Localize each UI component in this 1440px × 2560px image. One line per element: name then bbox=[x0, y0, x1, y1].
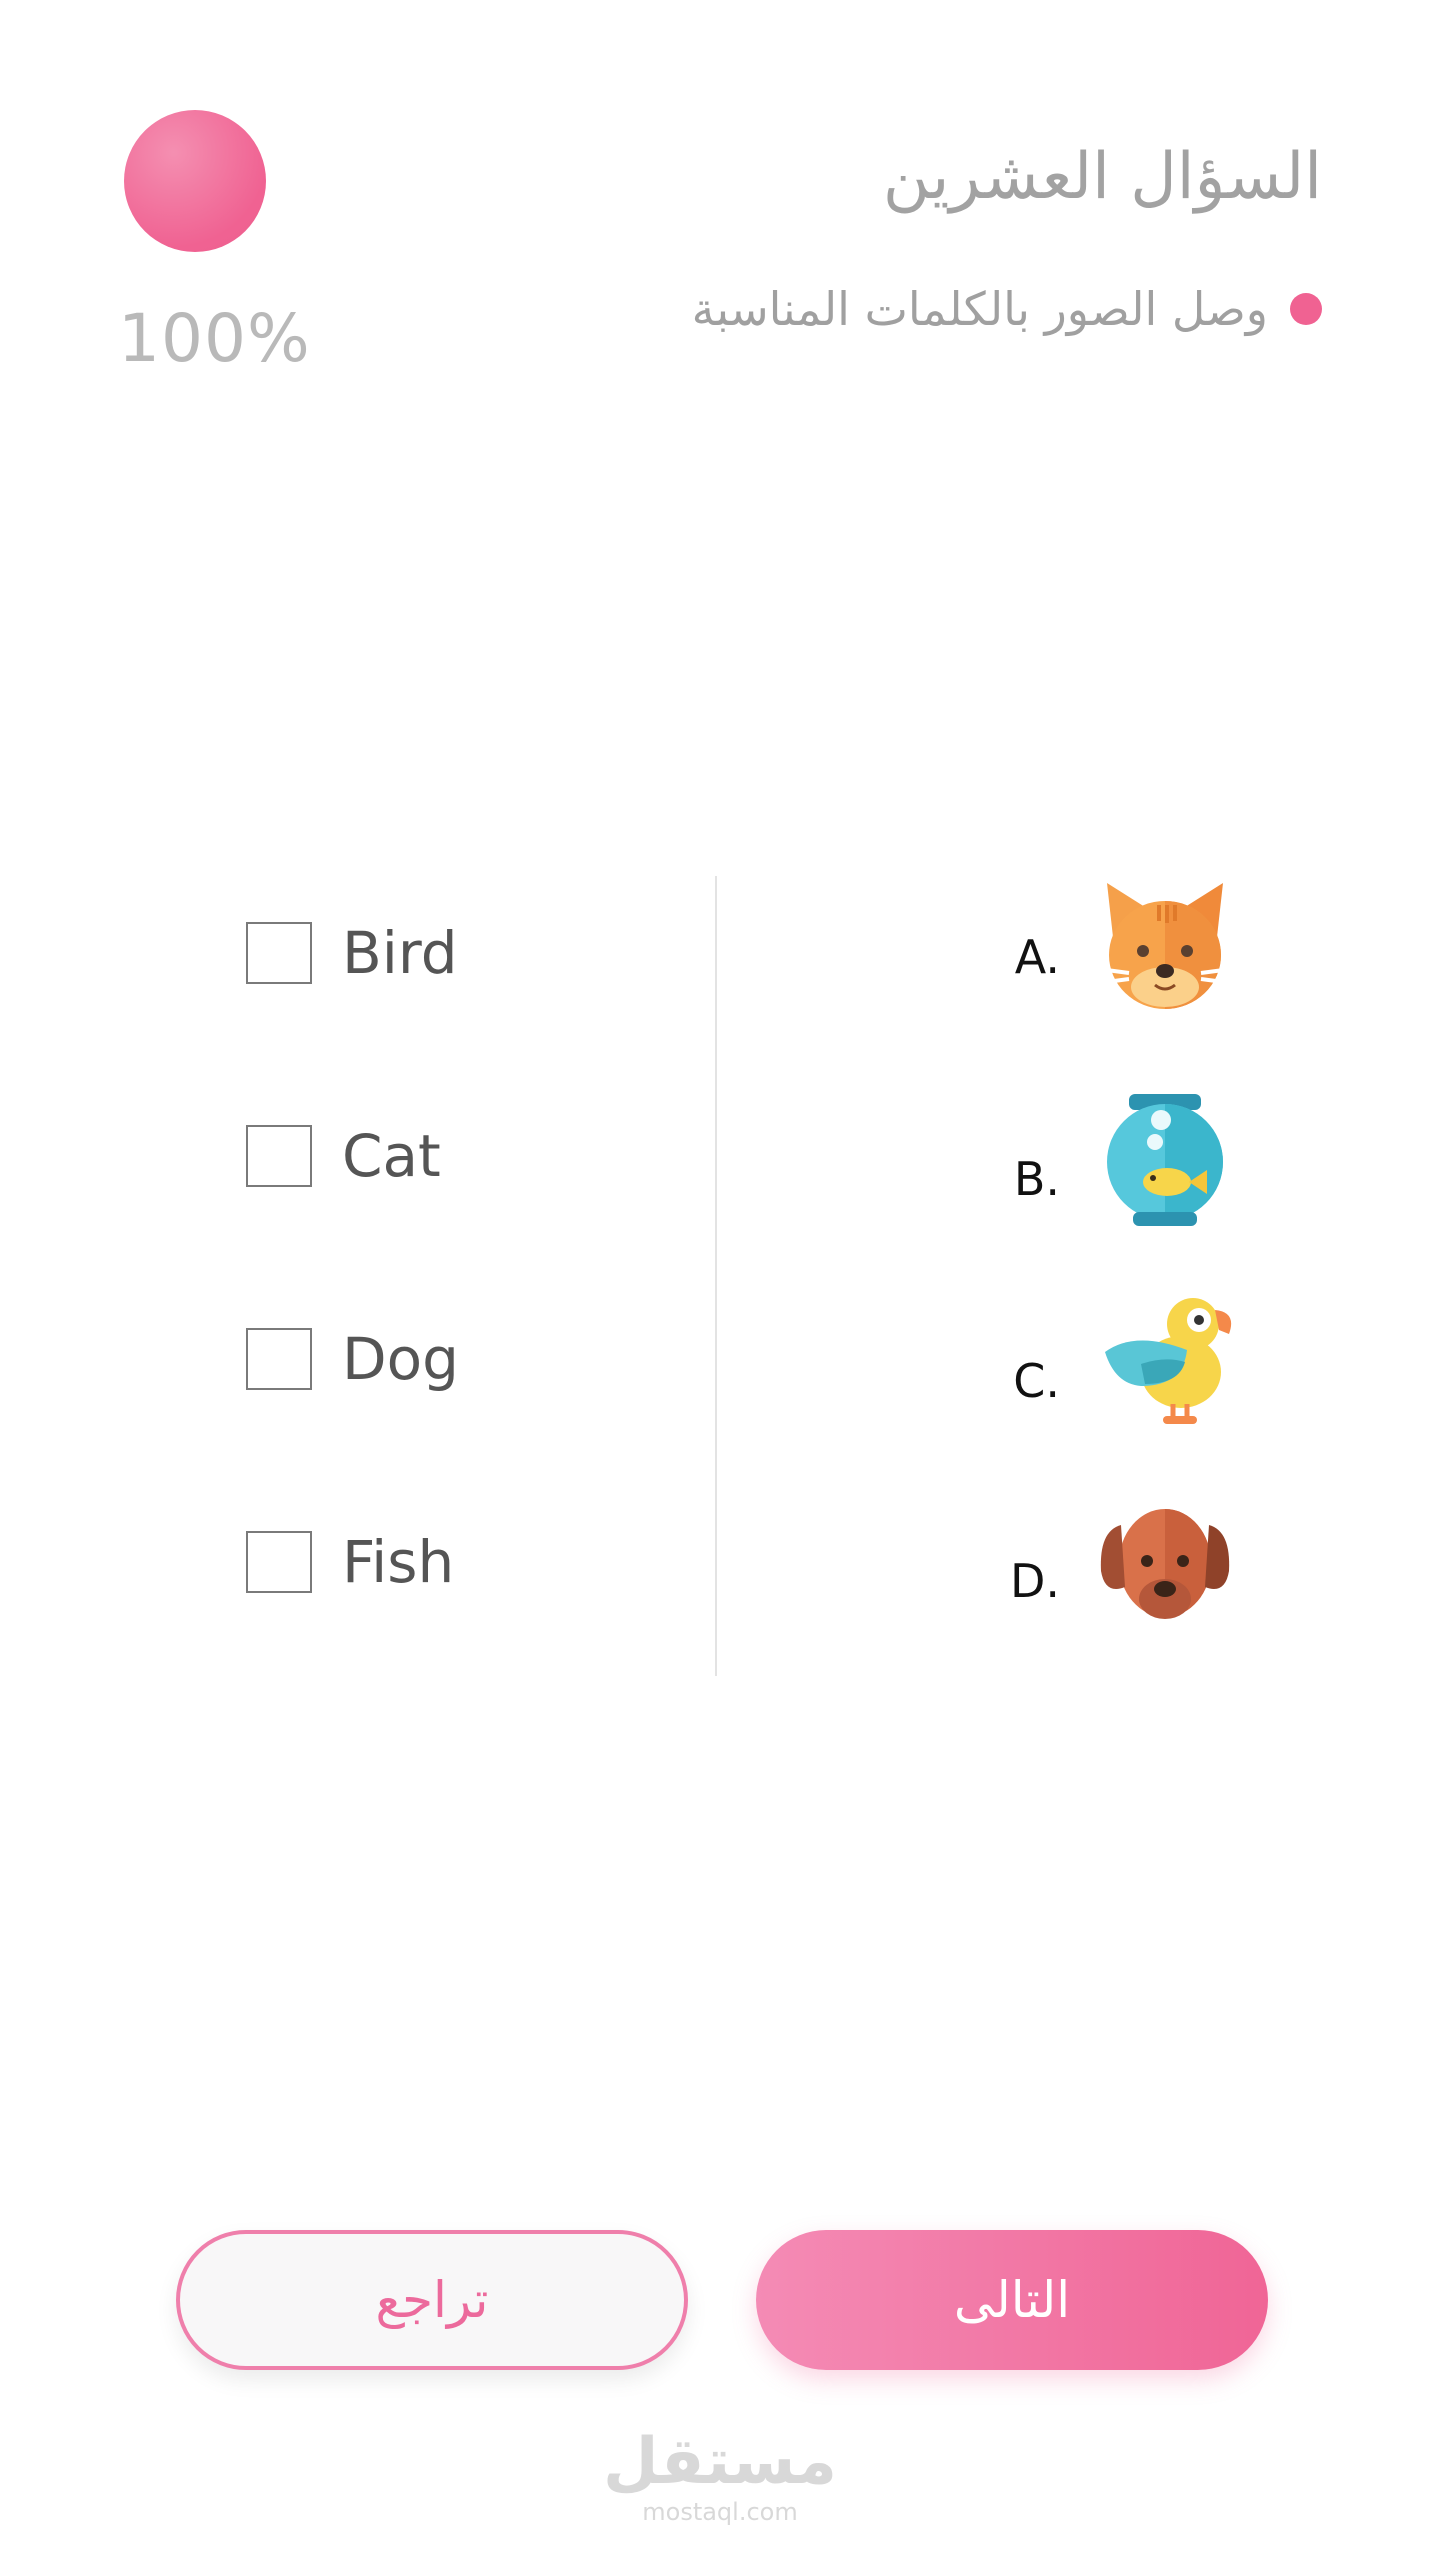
letter-c: C. bbox=[1013, 1354, 1060, 1408]
fish-bowl-icon bbox=[1107, 1094, 1223, 1226]
watermark-url: mostaql.com bbox=[642, 2498, 798, 2526]
option-row-fish[interactable]: Fish bbox=[246, 1522, 454, 1602]
question-title: السؤال العشرين bbox=[882, 140, 1322, 214]
progress-percentage: 100% bbox=[118, 300, 311, 377]
progress-indicator bbox=[124, 110, 266, 252]
instruction-row: وصل الصور بالكلمات المناسبة bbox=[692, 282, 1322, 336]
next-button-label: التالى bbox=[953, 2271, 1071, 2329]
option-label: Cat bbox=[342, 1122, 441, 1190]
option-row-bird[interactable]: Bird bbox=[246, 913, 458, 993]
next-button[interactable]: التالى bbox=[756, 2230, 1268, 2370]
letter-a: A. bbox=[1014, 930, 1060, 984]
instruction-text: وصل الصور بالكلمات المناسبة bbox=[691, 282, 1268, 336]
checkbox-cat[interactable] bbox=[246, 1125, 312, 1187]
option-label: Fish bbox=[342, 1528, 455, 1596]
column-divider bbox=[715, 876, 717, 1676]
bullet-dot bbox=[1290, 293, 1322, 325]
option-label: Bird bbox=[342, 919, 458, 987]
back-button-label: تراجع bbox=[375, 2271, 489, 2329]
mostaql-watermark: مستقل mostaql.com bbox=[0, 2430, 1440, 2526]
watermark-brand: مستقل bbox=[602, 2425, 838, 2499]
parrot-icon bbox=[1105, 1298, 1232, 1424]
dog-face-icon bbox=[1100, 1509, 1230, 1619]
option-row-dog[interactable]: Dog bbox=[246, 1319, 459, 1399]
back-button[interactable]: تراجع bbox=[176, 2230, 688, 2370]
option-label: Dog bbox=[342, 1325, 459, 1393]
letter-d: D. bbox=[1009, 1554, 1060, 1608]
cat-face-icon bbox=[1098, 883, 1232, 1009]
letter-b: B. bbox=[1013, 1152, 1060, 1206]
option-row-cat[interactable]: Cat bbox=[246, 1116, 441, 1196]
checkbox-fish[interactable] bbox=[246, 1531, 312, 1593]
checkbox-bird[interactable] bbox=[246, 922, 312, 984]
checkbox-dog[interactable] bbox=[246, 1328, 312, 1390]
